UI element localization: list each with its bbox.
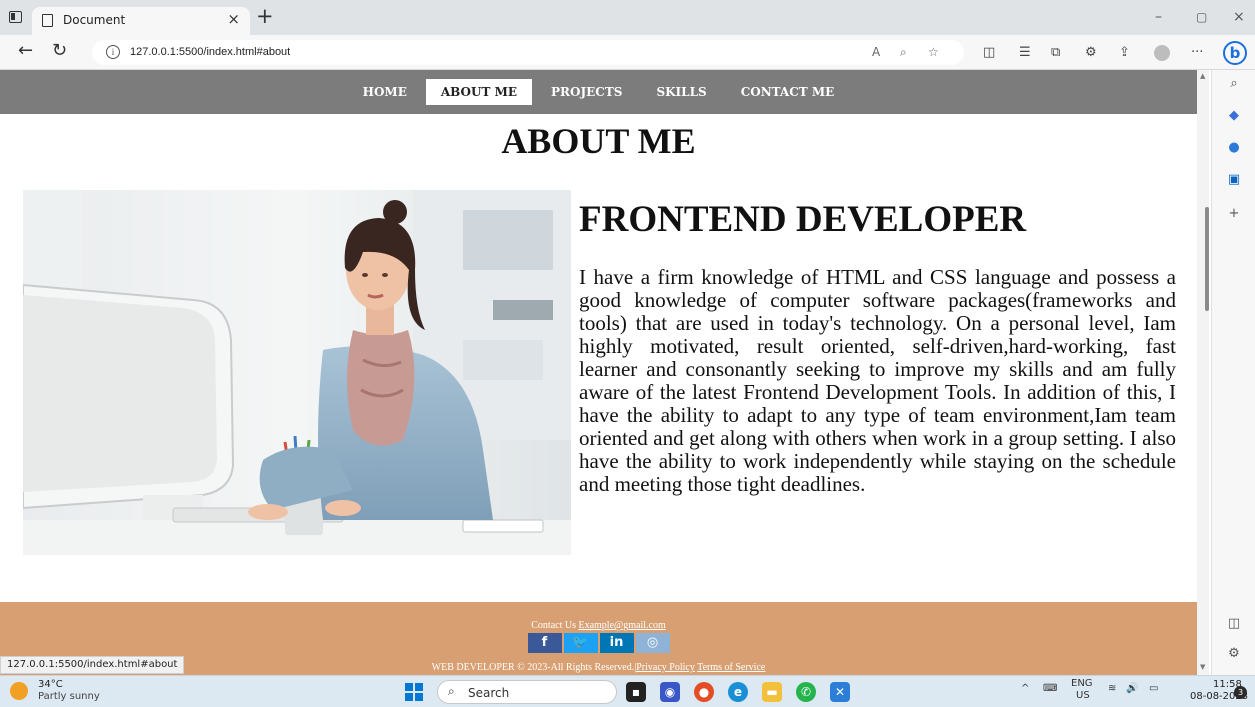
scroll-thumb[interactable]: [1205, 207, 1209, 311]
zoom-icon[interactable]: ⌕: [900, 45, 907, 60]
nav-skills[interactable]: SKILLS: [641, 79, 721, 105]
search-icon[interactable]: ⌕: [1226, 76, 1242, 92]
volume-icon[interactable]: 🔊: [1126, 683, 1138, 694]
instagram-icon[interactable]: ◎: [635, 633, 670, 653]
notification-badge[interactable]: 3: [1234, 686, 1247, 699]
split-screen-icon[interactable]: ◫: [983, 45, 995, 60]
privacy-policy-link[interactable]: Privacy Policy: [636, 662, 695, 673]
collections-icon[interactable]: ⧉: [1051, 45, 1060, 60]
add-sidebar-app-icon[interactable]: +: [1226, 206, 1242, 222]
window-close-button[interactable]: ×: [1233, 9, 1245, 25]
terms-of-service-link[interactable]: Terms of Service: [697, 662, 765, 673]
page-scrollbar[interactable]: ▲ ▼: [1197, 70, 1209, 675]
copyright-text: WEB DEVELOPER © 2023-All Rights Reserved…: [431, 662, 635, 673]
contact-email-link[interactable]: Example@gmail.com: [578, 620, 665, 631]
language-region[interactable]: US: [1076, 690, 1090, 701]
minimize-button[interactable]: –: [1155, 9, 1162, 25]
contact-line: Contact Us Example@gmail.com: [0, 620, 1197, 631]
edge-sidebar: ⌕ ◆ ● ▣ + ◫ ⚙: [1211, 70, 1255, 675]
nav-links: HOME ABOUT ME PROJECTS SKILLS CONTACT ME: [0, 79, 1197, 105]
about-heading: FRONTEND DEVELOPER: [579, 199, 1027, 240]
back-arrow-icon[interactable]: ←: [18, 40, 33, 61]
weather-description[interactable]: Partly sunny: [38, 691, 100, 702]
nav-home[interactable]: HOME: [348, 79, 422, 105]
new-tab-button[interactable]: +: [256, 4, 274, 28]
page-viewport: HOME ABOUT ME PROJECTS SKILLS CONTACT ME…: [0, 70, 1197, 675]
chrome-icon[interactable]: ●: [694, 682, 714, 702]
profile-avatar-icon[interactable]: [1154, 45, 1170, 61]
tools-icon[interactable]: ●: [1226, 140, 1242, 156]
taskbar-search-input[interactable]: ⌕ Search: [437, 680, 617, 704]
maximize-button[interactable]: ▢: [1196, 10, 1207, 24]
nav-projects[interactable]: PROJECTS: [536, 79, 637, 105]
language-code[interactable]: ENG: [1071, 678, 1093, 689]
windows-taskbar: 34°C Partly sunny ⌕ Search ▪ ◉ ● e ▬ ✆ ✕…: [0, 675, 1255, 707]
tray-overflow-icon[interactable]: ^: [1021, 683, 1029, 694]
linkedin-icon[interactable]: in: [599, 633, 634, 653]
browser-tab[interactable]: Document ×: [32, 7, 250, 35]
twitter-icon[interactable]: 🐦: [563, 633, 598, 653]
sidebar-settings-icon[interactable]: ⚙: [1226, 646, 1242, 662]
nav-contact-me[interactable]: CONTACT ME: [726, 79, 850, 105]
url-text[interactable]: 127.0.0.1:5500/index.html#about: [130, 46, 290, 58]
wifi-icon[interactable]: ≋: [1108, 683, 1116, 694]
site-navbar: HOME ABOUT ME PROJECTS SKILLS CONTACT ME: [0, 70, 1197, 114]
status-url-tooltip: 127.0.0.1:5500/index.html#about: [0, 656, 185, 674]
vscode-icon[interactable]: ✕: [830, 682, 850, 702]
tab-actions-icon[interactable]: [9, 11, 22, 23]
tab-title: Document: [63, 13, 126, 27]
shopping-tag-icon[interactable]: ◆: [1226, 108, 1242, 124]
refresh-icon[interactable]: ↻: [52, 40, 67, 61]
share-icon[interactable]: ⇪: [1119, 45, 1130, 60]
scroll-down-icon[interactable]: ▼: [1200, 663, 1205, 671]
tab-close-button[interactable]: ×: [227, 10, 240, 28]
favorites-icon[interactable]: ☰: [1019, 45, 1031, 60]
document-icon: [42, 14, 53, 27]
about-paragraph: I have a firm knowledge of HTML and CSS …: [579, 265, 1176, 496]
more-menu-icon[interactable]: ···: [1191, 45, 1203, 60]
search-placeholder: Search: [468, 686, 510, 700]
file-explorer-icon[interactable]: ▬: [762, 682, 782, 702]
sidebar-layout-icon[interactable]: ◫: [1226, 616, 1242, 632]
address-bar-row: ← ↻ i 127.0.0.1:5500/index.html#about A …: [0, 35, 1255, 70]
site-info-icon[interactable]: i: [106, 45, 120, 59]
page-title: ABOUT ME: [501, 121, 696, 161]
browser-tab-bar: Document × + – ▢ ×: [0, 0, 1255, 35]
read-aloud-icon[interactable]: A: [872, 45, 880, 59]
facebook-icon[interactable]: f: [527, 633, 562, 653]
task-view-icon[interactable]: ▪: [626, 682, 646, 702]
social-links: f 🐦 in ◎: [0, 633, 1197, 653]
outlook-icon[interactable]: ▣: [1226, 172, 1242, 188]
contact-label: Contact Us: [531, 620, 576, 631]
scroll-up-icon[interactable]: ▲: [1200, 72, 1205, 80]
chat-icon[interactable]: ◉: [660, 682, 680, 702]
weather-sun-icon[interactable]: [10, 682, 28, 700]
bing-copilot-icon[interactable]: b: [1223, 41, 1247, 65]
developer-photo: [23, 190, 571, 555]
edge-icon[interactable]: e: [728, 682, 748, 702]
keyboard-icon[interactable]: ⌨: [1043, 683, 1057, 694]
url-input[interactable]: i 127.0.0.1:5500/index.html#about A ⌕ ☆: [92, 40, 964, 65]
extensions-icon[interactable]: ⚙: [1085, 45, 1097, 60]
weather-temperature[interactable]: 34°C: [38, 679, 63, 690]
windows-start-icon[interactable]: [405, 683, 423, 701]
battery-icon[interactable]: ▭: [1149, 683, 1158, 694]
favorite-star-icon[interactable]: ☆: [928, 45, 939, 59]
search-icon: ⌕: [448, 684, 455, 698]
whatsapp-icon[interactable]: ✆: [796, 682, 816, 702]
nav-about-me[interactable]: ABOUT ME: [425, 79, 533, 105]
